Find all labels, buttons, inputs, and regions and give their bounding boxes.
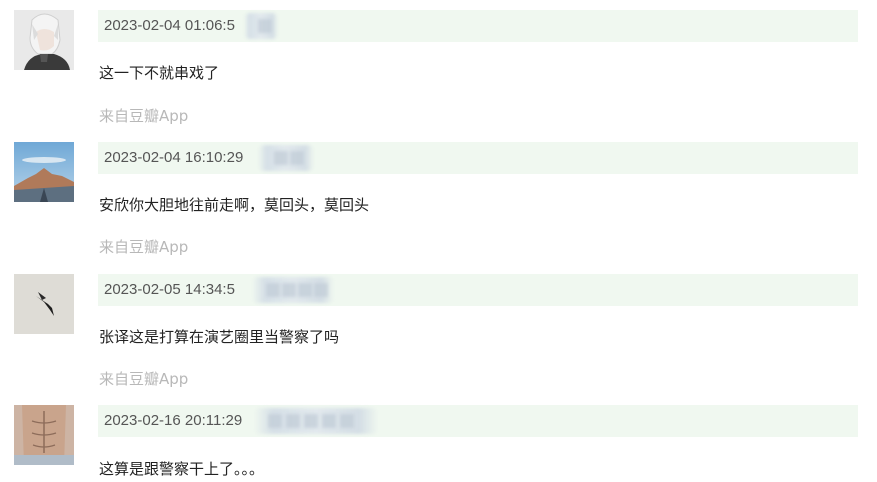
user-avatar[interactable] — [14, 405, 74, 465]
comment-text: 这一下不就串戏了 — [99, 64, 220, 82]
comment-meta-bar: 2023-02-04 16:10:29 — [98, 142, 858, 174]
comment-meta-bar: 2023-02-16 20:11:29 — [98, 405, 858, 437]
comment-meta-bar: 2023-02-05 14:34:5 — [98, 274, 858, 306]
user-avatar[interactable] — [14, 274, 74, 334]
comment-text: 张译这是打算在演艺圈里当警察了吗 — [99, 328, 340, 346]
comment-source: 来自豆瓣App — [99, 238, 189, 256]
ip-location-redacted — [252, 277, 334, 303]
abs-torso-avatar-icon — [14, 405, 74, 465]
comment-list: 2023-02-04 01:06:5 这一下不就串戏了 来自豆瓣App 2023… — [0, 0, 877, 482]
comment-text: 安欣你大胆地往前走啊，莫回头，莫回头 — [99, 196, 370, 214]
user-avatar[interactable] — [14, 10, 74, 70]
comment-timestamp: 2023-02-04 01:06:5 — [104, 17, 235, 34]
comment-source: 来自豆瓣App — [99, 107, 189, 125]
comment-text: 这算是跟警察干上了。。。 — [99, 460, 265, 478]
comment-timestamp: 2023-02-16 20:11:29 — [104, 412, 243, 429]
comment-meta-bar: 2023-02-04 01:06:5 — [98, 10, 858, 42]
user-avatar[interactable] — [14, 142, 74, 202]
bird-sketch-avatar-icon — [14, 274, 74, 334]
anime-white-hair-avatar-icon — [14, 10, 74, 70]
ip-location-redacted — [244, 13, 278, 39]
comment-timestamp: 2023-02-05 14:34:5 — [104, 281, 235, 298]
comment-source: 来自豆瓣App — [99, 370, 189, 388]
comment-timestamp: 2023-02-04 16:10:29 — [104, 149, 244, 166]
mountain-road-avatar-icon — [14, 142, 74, 202]
ip-location-redacted — [258, 145, 314, 171]
ip-location-redacted — [254, 408, 378, 434]
